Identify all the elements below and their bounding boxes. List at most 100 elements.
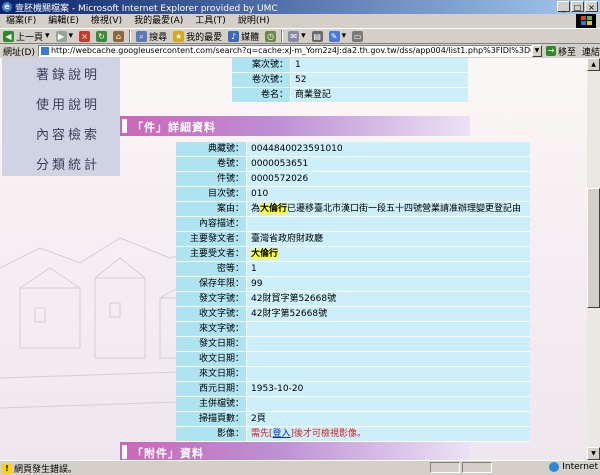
- row-value: 42財字第52668號: [246, 307, 530, 322]
- favorites-button[interactable]: ★ 我的最愛: [170, 29, 225, 43]
- forward-dropdown-icon: ▾: [68, 31, 74, 41]
- row-key: 內容描述：: [176, 217, 246, 232]
- row-key: 目次號：: [176, 187, 246, 202]
- menu-tools[interactable]: 工具(T): [189, 14, 232, 28]
- print-button[interactable]: ▤: [309, 29, 326, 43]
- status-pane: [430, 462, 460, 473]
- menu-favorites[interactable]: 我的最愛(A): [128, 14, 189, 28]
- row-value: 需先[登入]後才可檢視影像。: [246, 427, 530, 442]
- table-row: 卷名： 商業登記: [232, 88, 468, 103]
- home-icon: ⌂: [113, 30, 125, 42]
- go-button[interactable]: → 移至: [545, 45, 576, 58]
- menu-help[interactable]: 說明(H): [232, 14, 276, 28]
- nav-item-cataloging[interactable]: 著錄說明: [2, 58, 120, 88]
- nav-item-search[interactable]: 內容檢索: [2, 118, 120, 148]
- section-header-item-detail: 「件」詳細資料: [120, 116, 470, 136]
- row-value: 010: [246, 187, 530, 202]
- refresh-button[interactable]: ↻: [93, 29, 110, 43]
- value-prefix: 為: [251, 204, 261, 214]
- nav-item-statistics[interactable]: 分類統計: [2, 148, 120, 178]
- row-value: 商業登記: [290, 88, 468, 103]
- home-button[interactable]: ⌂: [110, 29, 127, 43]
- address-input[interactable]: http://webcache.googleusercontent.com/se…: [37, 45, 532, 57]
- address-dropdown-button[interactable]: ▼: [532, 45, 542, 57]
- row-value: [246, 352, 530, 367]
- table-row: 內容描述：: [176, 217, 530, 232]
- media-button[interactable]: ♪ 媒體: [225, 29, 262, 43]
- links-button[interactable]: 連結: [582, 45, 600, 58]
- scroll-down-button[interactable]: ▼: [587, 447, 600, 460]
- printer-icon: ▤: [311, 30, 323, 42]
- row-value: 0044840023591010: [246, 142, 530, 157]
- forward-button[interactable]: ▶ ▾: [53, 29, 77, 43]
- page-icon: [40, 46, 49, 55]
- login-link[interactable]: 登入: [273, 429, 291, 439]
- vertical-scrollbar[interactable]: ▲ ▼: [587, 58, 600, 460]
- status-bar: ! 網頁發生錯誤。 Internet: [0, 460, 600, 475]
- row-key: 收文字號：: [176, 307, 246, 322]
- ie-logo-icon: e: [2, 2, 12, 12]
- nav-label: 內容檢索: [36, 128, 101, 143]
- row-value: [246, 367, 530, 382]
- toolbar-separator: [281, 30, 284, 42]
- table-row: 件號： 0000572026: [176, 172, 530, 187]
- discuss-button[interactable]: ▭: [349, 29, 366, 43]
- history-icon: ◷: [265, 30, 277, 42]
- detail-table-body: 典藏號： 0044840023591010 卷號： 0000053651 件號： 0000…: [176, 142, 530, 442]
- star-icon: ★: [173, 30, 185, 42]
- edit-button[interactable]: ✎ ▾: [326, 29, 350, 43]
- edit-dropdown-icon: ▾: [341, 31, 347, 41]
- row-key: 主併檔號：: [176, 397, 246, 412]
- nav-label: 分類統計: [36, 158, 101, 173]
- row-key: 影像：: [176, 427, 246, 442]
- window-title: 壹胚機關檔案 - Microsoft Internet Explorer pro…: [15, 4, 278, 14]
- scroll-up-button[interactable]: ▲: [587, 58, 600, 71]
- back-button[interactable]: ◀ 上一頁 ▾: [0, 29, 53, 43]
- highlighted-term: 大倫行: [260, 204, 288, 214]
- globe-icon: [549, 462, 560, 472]
- row-key: 掃描頁數：: [176, 412, 246, 427]
- warning-icon: !: [2, 463, 12, 474]
- table-row: 來文字號：: [176, 322, 530, 337]
- table-row: 密等： 1: [176, 262, 530, 277]
- row-key: 西元日期：: [176, 382, 246, 397]
- nav-item-usage[interactable]: 使用說明: [2, 88, 120, 118]
- table-row: 影像： 需先[登入]後才可檢視影像。: [176, 427, 530, 442]
- history-button[interactable]: ◷: [262, 29, 279, 43]
- minimize-button[interactable]: _: [557, 1, 570, 12]
- nav-label: 使用說明: [36, 98, 101, 113]
- mail-button[interactable]: ✉ ▾: [285, 29, 309, 43]
- menu-file[interactable]: 檔案(F): [0, 14, 42, 28]
- row-value: [246, 217, 530, 232]
- stop-button[interactable]: ×: [76, 29, 93, 43]
- row-key: 卷次號：: [232, 73, 290, 88]
- address-label: 網址(D): [3, 47, 35, 58]
- table-row: 案由： 為大倫行已遷移臺北市漢口街一段五十四號營業請准辦理變更登記由: [176, 202, 530, 217]
- row-key: 主要發文者：: [176, 232, 246, 247]
- sidebar-nav: 著錄說明 使用說明 內容檢索 分類統計: [2, 58, 120, 176]
- scroll-thumb[interactable]: [587, 188, 600, 308]
- section-title: 「件」詳細資料: [132, 121, 216, 134]
- row-key: 卷名：: [232, 88, 290, 103]
- search-icon: ⌕: [136, 30, 148, 42]
- section-title: 「附件」資料: [132, 447, 204, 460]
- forward-arrow-icon: ▶: [55, 30, 67, 42]
- row-value: 0000572026: [246, 172, 530, 187]
- windows-logo-icon: [576, 14, 596, 28]
- media-icon: ♪: [228, 30, 240, 42]
- close-button[interactable]: ×: [585, 1, 598, 12]
- row-value: 大倫行: [246, 247, 530, 262]
- row-key: 案次號：: [232, 58, 290, 73]
- row-key: 卷號：: [176, 157, 246, 172]
- maximize-button[interactable]: □: [571, 1, 584, 12]
- status-message[interactable]: ! 網頁發生錯誤。: [2, 462, 77, 475]
- menu-edit[interactable]: 編輯(E): [42, 14, 85, 28]
- row-key: 保存年限：: [176, 277, 246, 292]
- address-url: http://webcache.googleusercontent.com/se…: [50, 46, 531, 55]
- row-value: 1: [246, 262, 530, 277]
- row-key: 案由：: [176, 202, 246, 217]
- row-key: 發文字號：: [176, 292, 246, 307]
- menu-view[interactable]: 檢視(V): [85, 14, 128, 28]
- search-button[interactable]: ⌕ 搜尋: [133, 29, 170, 43]
- table-row: 收文字號： 42財字第52668號: [176, 307, 530, 322]
